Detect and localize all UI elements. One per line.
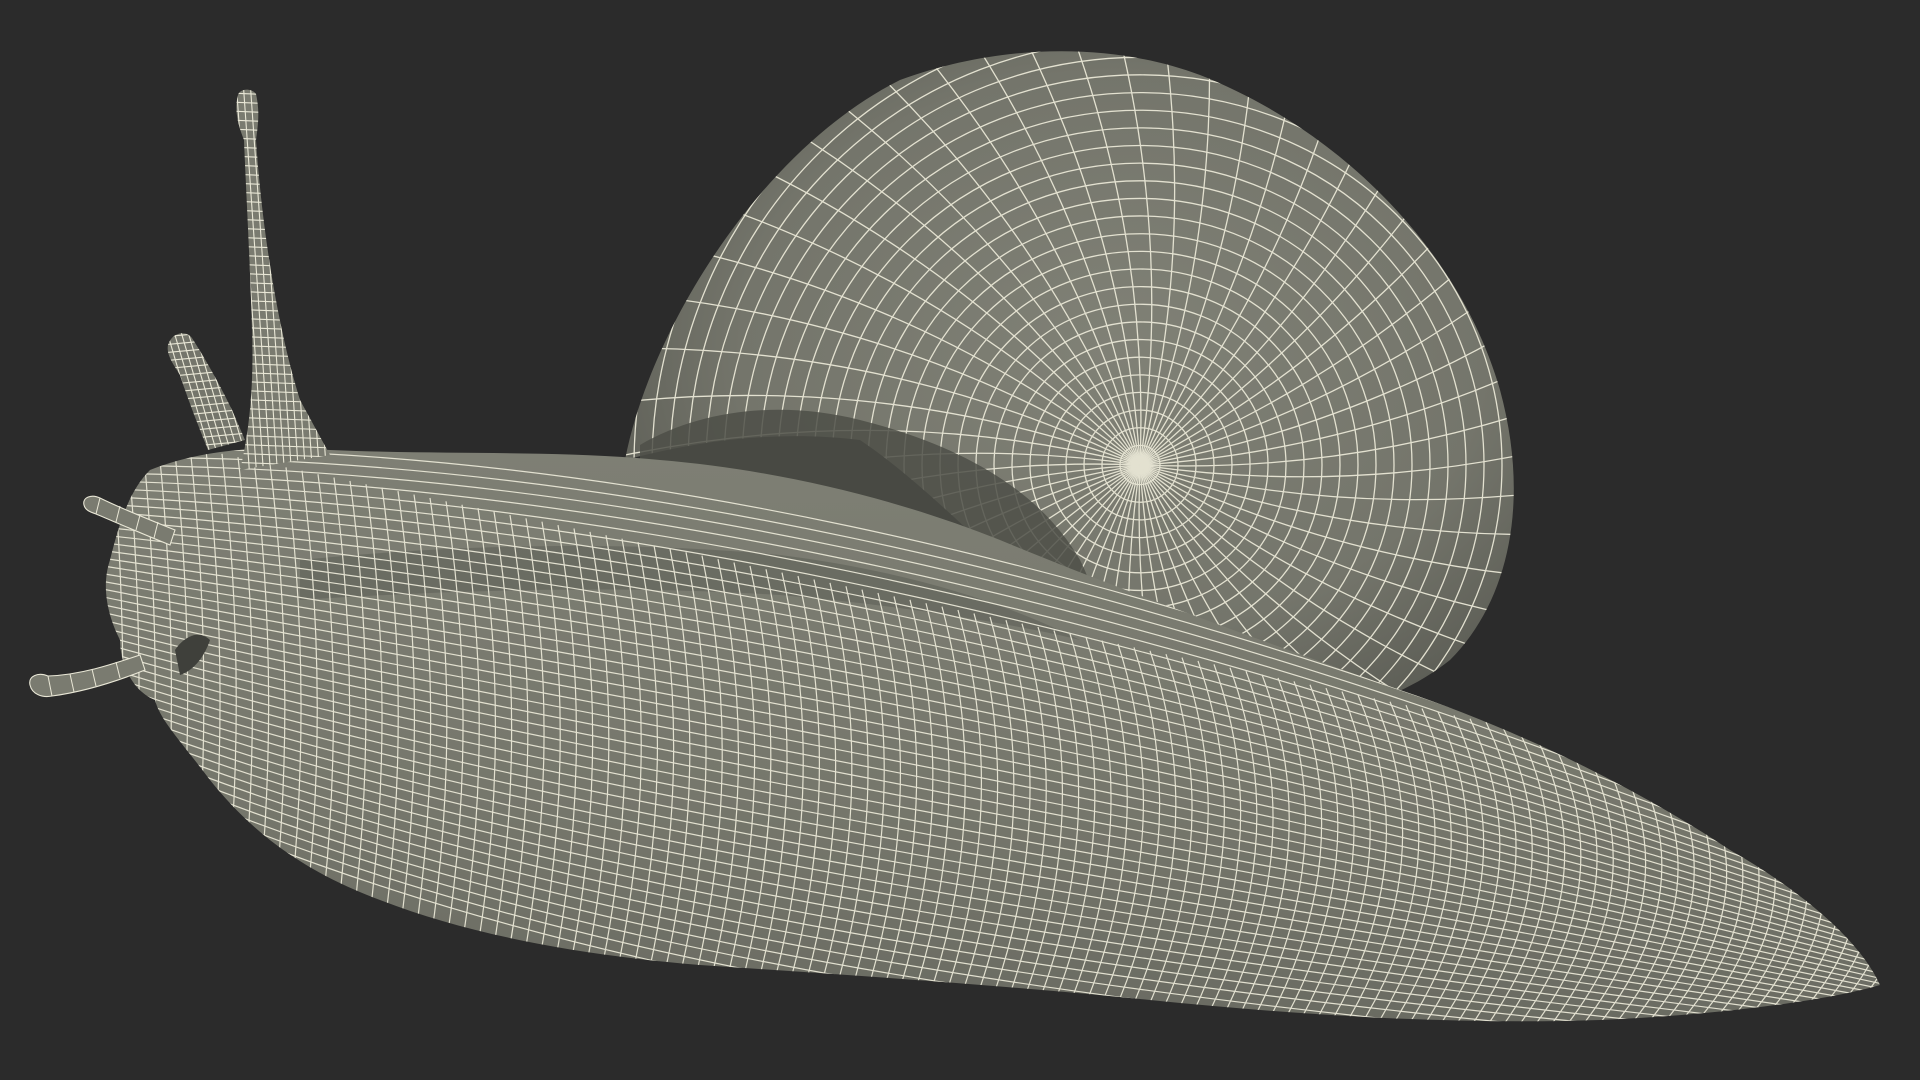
lower-tentacle-bottom [29,654,146,698]
snail-wireframe [29,51,1880,1022]
viewport [0,0,1920,1080]
